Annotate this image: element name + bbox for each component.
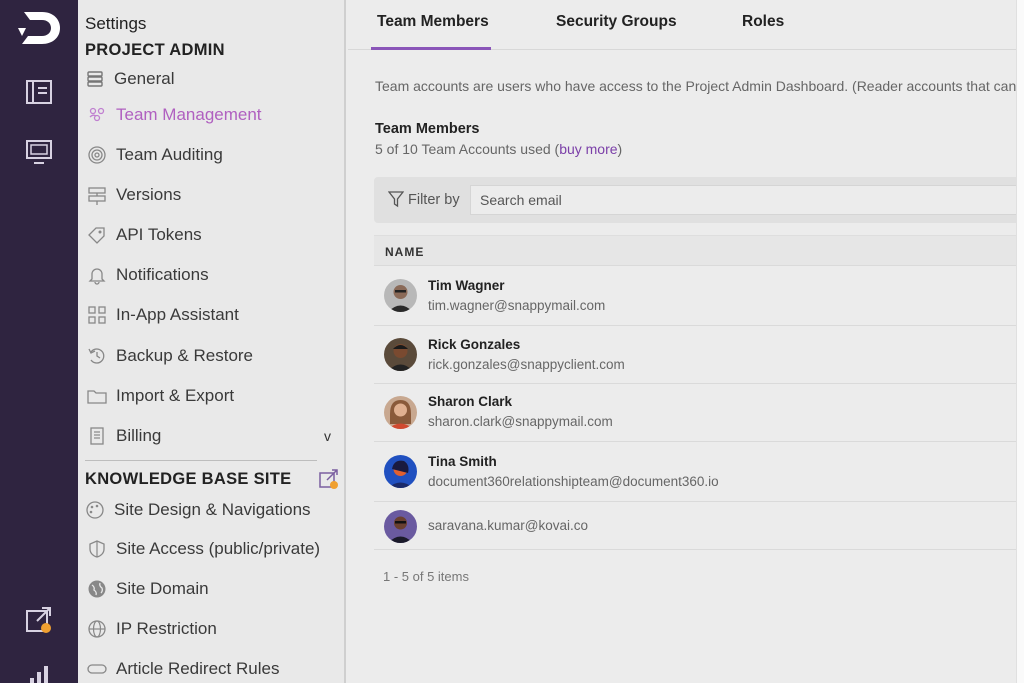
ip-globe-icon [86,618,108,640]
member-name: Tina Smith [428,454,497,469]
sidebar-item-label: API Tokens [116,225,202,244]
document360-logo[interactable] [16,8,62,48]
sidebar-item-billing[interactable]: Billing v [86,421,341,451]
member-email: tim.wagner@snappymail.com [428,298,606,313]
sidebar-item-label: Team Management [116,105,262,124]
sidebar-item-label: In-App Assistant [116,305,239,324]
tab-roles[interactable]: Roles [742,13,784,31]
team-icon [86,104,108,126]
member-email: sharon.clark@snappymail.com [428,414,613,429]
fingerprint-icon [86,144,108,166]
globe-icon [86,578,108,600]
knowledge-base-icon[interactable] [24,78,54,106]
member-name: Rick Gonzales [428,337,521,352]
chevron-down-icon[interactable]: v [324,428,331,444]
sidebar-title: Settings [85,14,147,33]
filter-bar: Filter by [374,177,1024,223]
sidebar-item-label: Site Design & Navigations [114,500,311,519]
buy-more-link[interactable]: buy more [559,141,617,157]
avatar [384,279,417,312]
member-name: Sharon Clark [428,394,513,409]
signpost-icon [86,184,108,206]
sidebar-item-api-tokens[interactable]: API Tokens [86,220,341,250]
tab-bar: Team Members Security Groups Roles [348,0,1024,50]
main-content: Team Members Security Groups Roles Team … [348,0,1024,683]
avatar [384,455,417,488]
table-header: NAME [374,235,1024,266]
pagination-info: 1 - 5 of 5 items [383,569,469,584]
table-row[interactable]: Sharon Clark sharon.clark@snappymail.com [374,384,1024,442]
table-row[interactable]: Tim Wagner tim.wagner@snappymail.com [374,267,1024,326]
avatar [384,510,417,543]
database-icon [84,68,106,90]
member-name: Tim Wagner [428,278,505,293]
sidebar-item-label: Backup & Restore [116,346,254,365]
sidebar-item-label: Site Access (public/private) [116,539,321,558]
external-link-icon[interactable] [318,468,340,490]
sidebar-item-label: Versions [116,185,182,204]
section-project-admin: PROJECT ADMIN [85,41,225,59]
sidebar-item-backup-restore[interactable]: Backup & Restore [86,341,341,371]
active-tab-indicator [371,47,491,50]
sidebar-item-label: IP Restriction [116,619,217,638]
filter-label-text: Filter by [408,191,460,208]
scrollbar[interactable] [1016,0,1024,683]
app-rail [0,0,78,683]
filter-label: Filter by [388,191,460,208]
sidebar-item-team-auditing[interactable]: Team Auditing [86,140,341,170]
sidebar-item-label: Notifications [116,265,209,284]
member-email: document360relationshipteam@document360.… [428,474,719,489]
account-usage: 5 of 10 Team Accounts used (buy more) [375,141,622,157]
table-row[interactable]: Rick Gonzales rick.gonzales@snappyclient… [374,326,1024,384]
sidebar-item-site-design[interactable]: Site Design & Navigations [84,495,339,525]
tab-team-members[interactable]: Team Members [377,13,489,31]
settings-sidebar: Settings PROJECT ADMIN General Team Mana… [78,0,346,683]
table-row[interactable]: Tina Smith document360relationshipteam@d… [374,442,1024,502]
sidebar-item-label: General [114,69,175,88]
table-row[interactable]: saravana.kumar@kovai.co [374,502,1024,550]
bell-icon [86,264,108,286]
section-knowledge-base-site: KNOWLEDGE BASE SITE [85,470,292,488]
restore-icon [86,345,108,367]
sidebar-item-label: Site Domain [116,579,209,598]
shield-icon [86,538,108,560]
section-heading: Team Members [375,121,480,137]
sidebar-item-team-management[interactable]: Team Management [86,100,341,130]
sidebar-divider [85,460,317,461]
search-email-input[interactable] [470,185,1024,215]
sidebar-item-article-redirect[interactable]: Article Redirect Rules [86,654,341,683]
member-email: rick.gonzales@snappyclient.com [428,357,625,372]
column-name-header[interactable]: NAME [385,245,424,259]
member-email: saravana.kumar@kovai.co [428,518,589,533]
sidebar-item-label: Team Auditing [116,145,223,164]
sidebar-item-ip-restriction[interactable]: IP Restriction [86,614,341,644]
sidebar-item-site-domain[interactable]: Site Domain [86,574,341,604]
analytics-icon[interactable] [24,664,54,683]
team-description: Team accounts are users who have access … [375,78,1017,94]
avatar [384,338,417,371]
document-icon [86,425,108,447]
sidebar-item-notifications[interactable]: Notifications [86,260,341,290]
sidebar-item-label: Import & Export [116,386,235,405]
filter-icon [388,191,404,208]
redirect-icon [86,658,108,680]
monitor-icon[interactable] [24,138,54,166]
avatar [384,396,417,429]
sidebar-item-import-export[interactable]: Import & Export [86,381,341,411]
folder-icon [86,385,108,407]
sidebar-item-versions[interactable]: Versions [86,180,341,210]
sidebar-item-in-app-assistant[interactable]: In-App Assistant [86,300,341,330]
sidebar-item-label: Article Redirect Rules [116,659,280,678]
grid-icon [86,304,108,326]
sidebar-item-site-access[interactable]: Site Access (public/private) [86,534,341,564]
sidebar-item-label: Billing [116,426,162,445]
palette-icon [84,499,106,521]
tab-security-groups[interactable]: Security Groups [556,13,677,31]
tag-icon [86,224,108,246]
external-link-icon[interactable] [24,606,54,634]
usage-suffix: ) [617,141,623,157]
sidebar-item-general[interactable]: General [84,64,339,94]
usage-text: 5 of 10 Team Accounts used ( [375,141,560,157]
